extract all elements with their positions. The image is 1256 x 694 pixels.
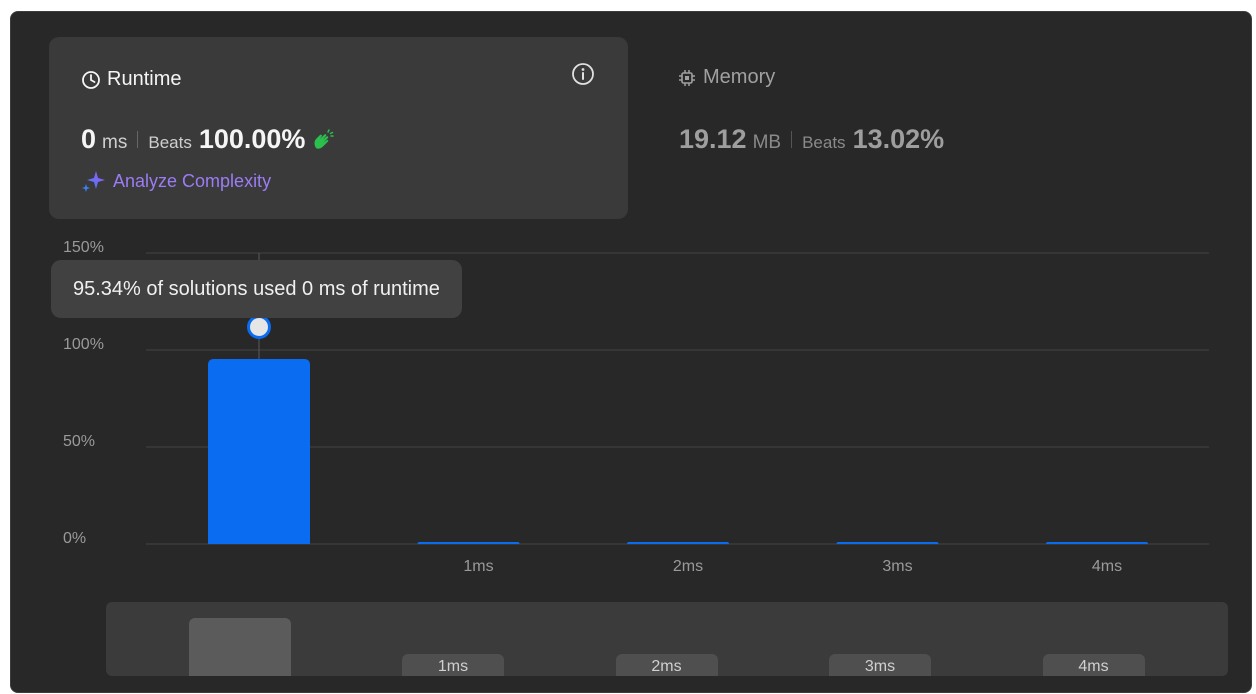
y-tick-label: 0%	[63, 530, 87, 547]
x-tick-label: 2ms	[672, 558, 704, 575]
runtime-distribution-chart[interactable]	[11, 12, 1252, 693]
x-tick-label: 4ms	[1091, 558, 1123, 575]
chart-tooltip: 95.34% of solutions used 0 ms of runtime	[51, 260, 462, 318]
bar-3ms[interactable]	[836, 542, 939, 544]
minimap-label: 4ms	[1042, 654, 1145, 676]
minimap-selected-bar[interactable]	[189, 618, 291, 676]
x-tick-label: 3ms	[882, 558, 913, 575]
highlight-point[interactable]	[247, 315, 271, 339]
minimap-label: 1ms	[402, 654, 504, 676]
chart-range-selector[interactable]: 1ms 2ms 3ms 4ms	[106, 602, 1228, 676]
bar-0ms[interactable]	[208, 359, 310, 544]
y-tick-label: 100%	[63, 336, 104, 353]
x-tick-label: 1ms	[463, 558, 494, 575]
minimap-label: 2ms	[615, 654, 718, 676]
bar-4ms[interactable]	[1046, 542, 1148, 544]
bar-1ms[interactable]	[417, 542, 520, 544]
runtime-analysis-panel: Runtime 0 ms Beats 100.00% Analyze Compl…	[10, 11, 1252, 693]
bar-2ms[interactable]	[627, 542, 729, 544]
y-tick-label: 150%	[63, 239, 104, 256]
y-tick-label: 50%	[63, 433, 96, 450]
minimap-label: 3ms	[829, 654, 931, 676]
